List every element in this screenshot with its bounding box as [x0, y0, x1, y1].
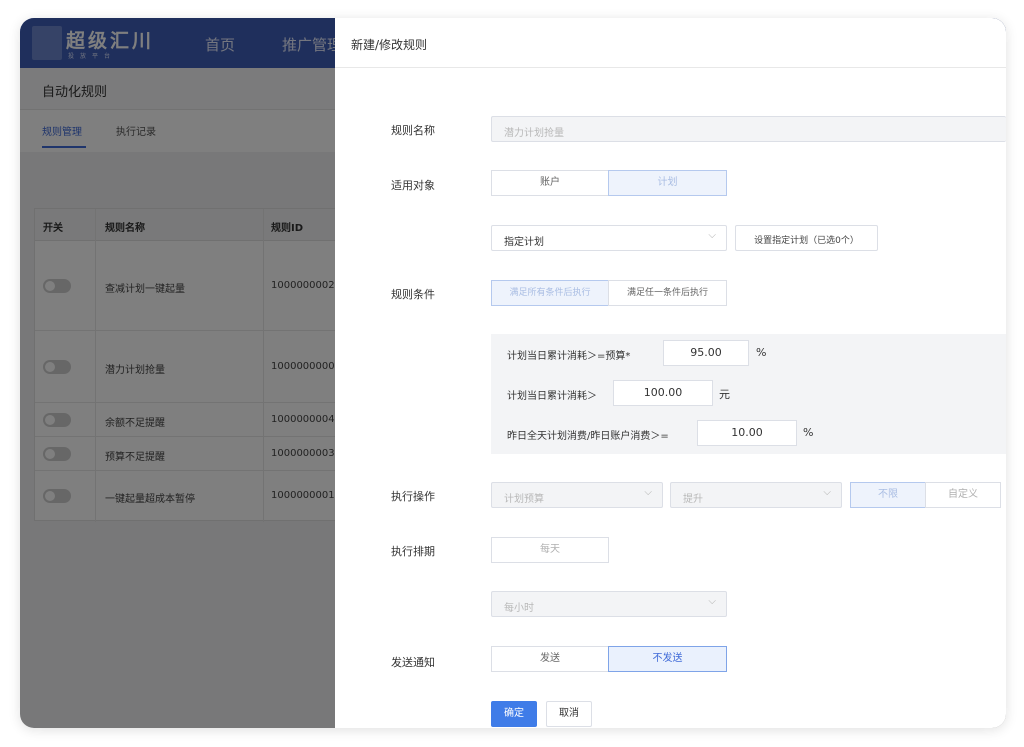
rule-name-value: 潜力计划抢量 [504, 128, 564, 139]
plan-select-value: 指定计划 [504, 237, 544, 248]
action-mode-custom[interactable]: 自定义 [925, 482, 1001, 508]
condition-unit: 元 [719, 388, 730, 401]
drawer-title: 新建/修改规则 [351, 38, 428, 52]
chevron-down-icon: ⌵ [708, 596, 716, 607]
condition-mode-all[interactable]: 满足所有条件后执行 [491, 280, 609, 306]
condition-text: 昨日全天计划消费/昨日账户消费＞= [507, 431, 669, 442]
action-field-select[interactable]: 计划预算 ⌵ [491, 482, 663, 508]
plan-select[interactable]: 指定计划 ⌵ [491, 225, 727, 251]
condition-unit: % [756, 346, 767, 359]
frequency-value: 每小时 [504, 603, 534, 614]
condition-text: 计划当日累计消耗＞=预算* [507, 351, 631, 362]
rule-editor-drawer: 新建/修改规则 规则名称 潜力计划抢量 适用对象 账户 计划 指定计划 ⌵ 设置… [335, 18, 1006, 728]
notify-label: 发送通知 [391, 656, 435, 669]
condition-list: 计划当日累计消耗＞=预算* 95.00 % 计划当日累计消耗＞ 100.00 元… [491, 334, 1006, 454]
chevron-down-icon: ⌵ [823, 487, 831, 498]
condition-value-input[interactable]: 95.00 [663, 340, 749, 366]
condition-text: 计划当日累计消耗＞ [507, 391, 597, 402]
rule-name-label: 规则名称 [391, 124, 435, 137]
target-option-plan[interactable]: 计划 [608, 170, 727, 196]
drawer-header: 新建/修改规则 [335, 18, 1006, 68]
action-field-value: 计划预算 [504, 494, 544, 505]
schedule-option-daily[interactable]: 每天 [491, 537, 609, 563]
condition-unit: % [803, 426, 814, 439]
window: 超级汇川 投放平台 首页 推广管理 自动化规则 规则管理 执行记录 开关 规则名… [20, 18, 1006, 728]
notify-option-send[interactable]: 发送 [491, 646, 609, 672]
condition-value-input[interactable]: 100.00 [613, 380, 713, 406]
confirm-button[interactable]: 确定 [491, 701, 537, 727]
chevron-down-icon: ⌵ [708, 230, 716, 241]
notify-option-no-send[interactable]: 不发送 [608, 646, 727, 672]
set-plan-button[interactable]: 设置指定计划（已选0个） [735, 225, 878, 251]
target-label: 适用对象 [391, 179, 435, 192]
condition-label: 规则条件 [391, 288, 435, 301]
condition-value-input[interactable]: 10.00 [697, 420, 797, 446]
cancel-button[interactable]: 取消 [546, 701, 592, 727]
frequency-select[interactable]: 每小时 ⌵ [491, 591, 727, 617]
condition-mode-any[interactable]: 满足任一条件后执行 [608, 280, 727, 306]
chevron-down-icon: ⌵ [644, 487, 652, 498]
action-op-value: 提升 [683, 494, 703, 505]
action-op-select[interactable]: 提升 ⌵ [670, 482, 842, 508]
rule-name-input[interactable]: 潜力计划抢量 [491, 116, 1006, 142]
action-mode-unlimited[interactable]: 不限 [850, 482, 926, 508]
schedule-label: 执行排期 [391, 545, 435, 558]
target-option-account[interactable]: 账户 [491, 170, 609, 196]
set-plan-button-label: 设置指定计划（已选0个） [754, 236, 859, 246]
action-label: 执行操作 [391, 490, 435, 503]
